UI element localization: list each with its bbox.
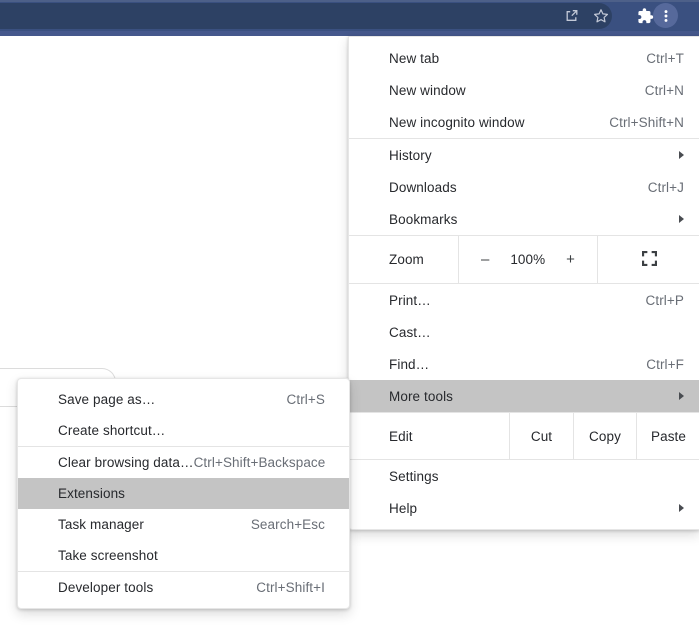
zoom-in-button[interactable]: +	[566, 251, 575, 268]
paste-label: Paste	[651, 429, 686, 444]
browser-window: New tab Ctrl+T New window Ctrl+N New inc…	[0, 0, 699, 633]
menu-item-shortcut: Ctrl+N	[645, 83, 684, 98]
menu-item-label: Extensions	[58, 486, 325, 501]
menu-item-new-window[interactable]: New window Ctrl+N	[349, 74, 699, 106]
menu-item-label: Save page as…	[58, 392, 287, 407]
menu-item-task-manager[interactable]: Task manager Search+Esc	[18, 509, 349, 540]
menu-item-label: Developer tools	[58, 580, 256, 595]
zoom-controls-cell: – 100% +	[459, 236, 598, 283]
extensions-puzzle-icon[interactable]	[637, 7, 654, 24]
menu-item-take-screenshot[interactable]: Take screenshot	[18, 540, 349, 571]
zoom-label-cell: Zoom	[349, 236, 459, 283]
menu-item-history[interactable]: History	[349, 139, 699, 171]
menu-item-help[interactable]: Help	[349, 492, 699, 524]
submenu-arrow-icon	[679, 151, 684, 159]
menu-item-shortcut: Ctrl+P	[646, 293, 684, 308]
menu-item-label: New window	[389, 83, 645, 98]
cut-button[interactable]: Cut	[509, 413, 573, 459]
menu-item-shortcut: Ctrl+F	[646, 357, 684, 372]
three-dot-menu-icon	[658, 8, 674, 24]
menu-item-shortcut: Ctrl+Shift+I	[256, 580, 325, 595]
address-bar[interactable]	[0, 3, 612, 29]
submenu-arrow-icon	[679, 215, 684, 223]
menu-item-label: Bookmarks	[389, 212, 679, 227]
zoom-value: 100%	[510, 252, 545, 267]
menu-item-label: Clear browsing data…	[58, 455, 194, 470]
menu-item-label: Print…	[389, 293, 646, 308]
menu-item-label: Settings	[389, 469, 684, 484]
menu-item-label: History	[389, 148, 679, 163]
menu-item-label: Downloads	[389, 180, 648, 195]
zoom-label: Zoom	[389, 252, 424, 267]
open-in-new-icon[interactable]	[564, 8, 579, 23]
zoom-row: Zoom – 100% +	[349, 236, 699, 283]
menu-item-label: Help	[389, 501, 679, 516]
menu-item-label: New tab	[389, 51, 646, 66]
browser-main-menu: New tab Ctrl+T New window Ctrl+N New inc…	[348, 36, 699, 530]
menu-item-label: Task manager	[58, 517, 251, 532]
menu-item-label: New incognito window	[389, 115, 609, 130]
menu-item-create-shortcut[interactable]: Create shortcut…	[18, 415, 349, 446]
copy-button[interactable]: Copy	[573, 413, 636, 459]
fullscreen-cell	[598, 236, 699, 283]
menu-item-shortcut: Ctrl+Shift+Backspace	[194, 455, 326, 470]
menu-item-save-page-as[interactable]: Save page as… Ctrl+S	[18, 384, 349, 415]
menu-item-cast[interactable]: Cast…	[349, 316, 699, 348]
menu-item-more-tools[interactable]: More tools	[349, 380, 699, 412]
menu-item-shortcut: Ctrl+S	[287, 392, 325, 407]
browser-toolbar	[0, 0, 699, 31]
menu-item-label: More tools	[389, 389, 679, 404]
menu-item-downloads[interactable]: Downloads Ctrl+J	[349, 171, 699, 203]
menu-item-label: Create shortcut…	[58, 423, 325, 438]
menu-item-shortcut: Search+Esc	[251, 517, 325, 532]
menu-item-extensions[interactable]: Extensions	[18, 478, 349, 509]
browser-menu-button[interactable]	[653, 3, 678, 28]
menu-item-bookmarks[interactable]: Bookmarks	[349, 203, 699, 235]
edit-row: Edit Cut Copy Paste	[349, 413, 699, 459]
menu-item-find[interactable]: Find… Ctrl+F	[349, 348, 699, 380]
menu-item-new-incognito-window[interactable]: New incognito window Ctrl+Shift+N	[349, 106, 699, 138]
menu-item-new-tab[interactable]: New tab Ctrl+T	[349, 42, 699, 74]
menu-item-label: Cast…	[389, 325, 684, 340]
bookmark-star-icon[interactable]	[593, 8, 609, 24]
edit-label-cell: Edit	[349, 413, 509, 459]
menu-item-shortcut: Ctrl+T	[646, 51, 684, 66]
submenu-arrow-icon	[679, 504, 684, 512]
paste-button[interactable]: Paste	[636, 413, 699, 459]
zoom-out-button[interactable]: –	[481, 251, 489, 268]
submenu-arrow-icon	[679, 392, 684, 400]
more-tools-submenu: Save page as… Ctrl+S Create shortcut… Cl…	[17, 378, 350, 609]
menu-item-shortcut: Ctrl+Shift+N	[609, 115, 684, 130]
menu-item-developer-tools[interactable]: Developer tools Ctrl+Shift+I	[18, 572, 349, 603]
cut-label: Cut	[531, 429, 552, 444]
fullscreen-icon[interactable]	[642, 251, 657, 269]
menu-item-label: Take screenshot	[58, 548, 325, 563]
edit-label: Edit	[389, 429, 413, 444]
menu-item-label: Find…	[389, 357, 646, 372]
menu-item-shortcut: Ctrl+J	[648, 180, 684, 195]
menu-item-settings[interactable]: Settings	[349, 460, 699, 492]
menu-item-print[interactable]: Print… Ctrl+P	[349, 284, 699, 316]
copy-label: Copy	[589, 429, 621, 444]
menu-item-clear-browsing-data[interactable]: Clear browsing data… Ctrl+Shift+Backspac…	[18, 447, 349, 478]
window-top-edge	[0, 0, 699, 2]
